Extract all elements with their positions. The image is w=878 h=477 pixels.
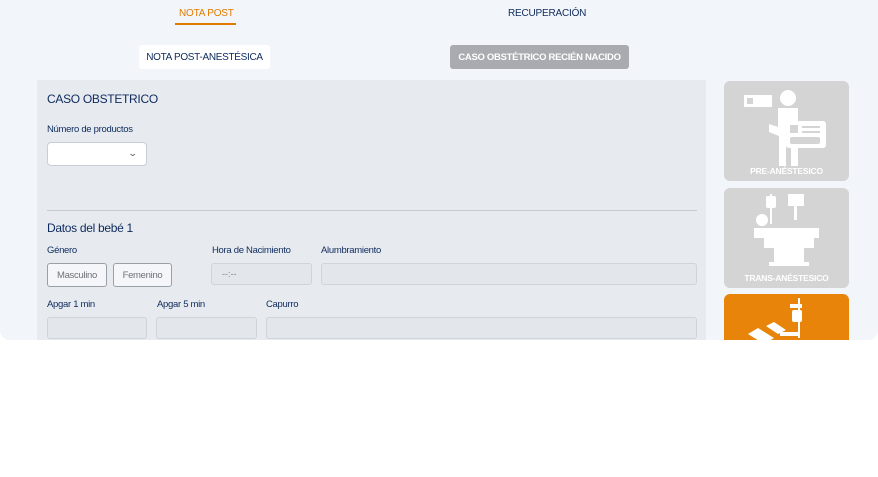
num-productos-select[interactable]: ⌄ bbox=[47, 142, 147, 166]
genero-label: Género bbox=[47, 245, 77, 256]
subtab-post-anestesica[interactable]: NOTA POST-ANESTÉSICA bbox=[139, 45, 270, 69]
pre-anestesico-label: PRE-ANÉSTESICO bbox=[750, 166, 823, 176]
post-anestesico-card[interactable] bbox=[724, 294, 849, 340]
apgar1-label: Apgar 1 min bbox=[47, 299, 95, 310]
apgar5-input[interactable] bbox=[156, 317, 257, 339]
hora-nacimiento-input[interactable]: --:-- bbox=[211, 263, 312, 285]
capurro-label: Capurro bbox=[266, 299, 299, 310]
capurro-input[interactable] bbox=[266, 317, 697, 339]
baby-section-title: Datos del bebé 1 bbox=[47, 221, 133, 235]
section-divider bbox=[47, 210, 697, 211]
doctor-monitor-icon bbox=[744, 90, 826, 166]
tab-nota-post[interactable]: NOTA POST bbox=[179, 8, 234, 19]
femenino-button[interactable]: Femenino bbox=[113, 263, 172, 287]
pre-anestesico-card[interactable]: PRE-ANÉSTESICO bbox=[724, 81, 849, 181]
apgar1-input[interactable] bbox=[47, 317, 147, 339]
app-window: NOTA POST RECUPERACIÓN NOTA POST-ANESTÉS… bbox=[0, 0, 878, 340]
trans-anestesico-card[interactable]: TRANS-ANÉSTESICO bbox=[724, 188, 849, 288]
tab-recuperacion[interactable]: RECUPERACIÓN bbox=[508, 8, 586, 19]
chevron-down-icon: ⌄ bbox=[128, 148, 139, 158]
iv-drip-icon bbox=[748, 298, 802, 340]
active-tab-indicator bbox=[175, 23, 236, 25]
num-productos-label: Número de productos bbox=[47, 124, 133, 135]
apgar5-label: Apgar 5 min bbox=[157, 299, 205, 310]
masculino-button[interactable]: Masculino bbox=[47, 263, 107, 287]
section-title: CASO OBSTETRICO bbox=[47, 92, 158, 106]
hora-nacimiento-label: Hora de Nacimiento bbox=[212, 245, 291, 256]
patient-bed-icon bbox=[754, 194, 819, 266]
subtab-caso-obstetrico[interactable]: CASO OBSTÉTRICO RECIÉN NACIDO bbox=[450, 45, 629, 69]
alumbramiento-label: Alumbramiento bbox=[321, 245, 381, 256]
trans-anestesico-label: TRANS-ANÉSTESICO bbox=[744, 273, 829, 283]
top-tabs: NOTA POST RECUPERACIÓN bbox=[0, 0, 878, 30]
alumbramiento-input[interactable] bbox=[321, 263, 697, 285]
obstetric-form-panel: CASO OBSTETRICO Número de productos ⌄ Da… bbox=[37, 80, 706, 340]
